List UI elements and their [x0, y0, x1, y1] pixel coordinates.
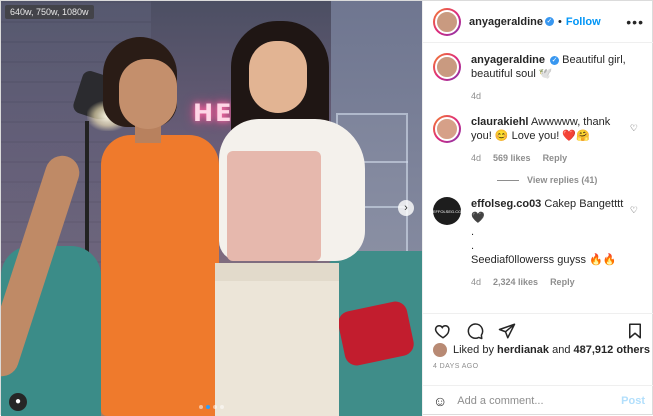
- comment-item: EFFOLSEG.CO effolseg.co03 Cakep Bangettt…: [432, 197, 638, 289]
- liked-by-user[interactable]: herdianak: [497, 344, 549, 356]
- reply-button[interactable]: Reply: [543, 151, 568, 165]
- avatar[interactable]: [433, 7, 461, 36]
- separator: •: [557, 15, 562, 28]
- tagged-users-icon[interactable]: ●: [9, 393, 27, 411]
- comment-likes[interactable]: 2,324 likes: [493, 275, 538, 289]
- bookmark-icon[interactable]: [625, 321, 645, 341]
- carousel-dots: [199, 405, 224, 409]
- avatar[interactable]: EFFOLSEG.CO: [433, 197, 461, 225]
- reply-button[interactable]: Reply: [550, 275, 575, 289]
- likes-count[interactable]: 487,912 others: [574, 344, 650, 356]
- carousel-dot[interactable]: [220, 405, 224, 409]
- verified-badge-icon: ✓: [550, 56, 560, 65]
- carousel-dot[interactable]: [213, 405, 217, 409]
- verified-badge-icon: ✓: [544, 17, 554, 26]
- post-header: anyageraldine ✓ • Follow •••: [423, 1, 653, 43]
- comment-likes[interactable]: 569 likes: [493, 151, 531, 165]
- header-username[interactable]: anyageraldine: [469, 16, 543, 28]
- comment-like-icon[interactable]: ♡: [630, 205, 638, 216]
- emoji-icon[interactable]: ☺: [433, 393, 447, 409]
- likes-summary: Liked by herdianak and 487,912 others: [433, 343, 650, 357]
- comment-username[interactable]: effolseg.co03: [471, 198, 541, 210]
- avatar[interactable]: [433, 343, 447, 357]
- post-date[interactable]: 4 DAYS AGO: [433, 363, 479, 370]
- more-options-icon[interactable]: •••: [626, 14, 644, 30]
- image-size-badge: 640w, 750w, 1080w: [5, 5, 94, 19]
- carousel-next-button[interactable]: ›: [398, 200, 414, 216]
- share-icon[interactable]: [497, 321, 517, 341]
- comment-icon[interactable]: [465, 321, 485, 341]
- avatar[interactable]: [433, 53, 461, 81]
- caption-time[interactable]: 4d: [471, 89, 481, 103]
- comment-time[interactable]: 4d: [471, 151, 481, 165]
- view-replies-button[interactable]: View replies (41): [497, 175, 642, 185]
- comment-time[interactable]: 4d: [471, 275, 481, 289]
- post-frame: HELLO 640w, 750w, 1080w › ●: [0, 0, 653, 416]
- carousel-dot[interactable]: [199, 405, 203, 409]
- comment-item: claurakiehl Awwwww, thank you! 😊 Love yo…: [433, 115, 642, 165]
- follow-button[interactable]: Follow: [566, 16, 601, 28]
- comment-username[interactable]: claurakiehl: [471, 116, 528, 128]
- heart-icon[interactable]: [433, 321, 453, 341]
- post-button[interactable]: Post: [621, 395, 645, 407]
- action-bar: [423, 313, 653, 347]
- comment-like-icon[interactable]: ♡: [630, 123, 638, 134]
- comment-input[interactable]: [457, 395, 608, 407]
- person-orange-dress: [101, 135, 219, 416]
- person-white-outfit: [215, 263, 339, 416]
- post-panel: anyageraldine ✓ • Follow ••• anyageraldi…: [422, 1, 653, 416]
- avatar[interactable]: [433, 115, 461, 143]
- carousel-dot[interactable]: [206, 405, 210, 409]
- caption: anyageraldine ✓ Beautiful girl, beautifu…: [433, 53, 642, 103]
- comments-list[interactable]: anyageraldine ✓ Beautiful girl, beautifu…: [423, 43, 653, 311]
- post-photo[interactable]: HELLO 640w, 750w, 1080w › ●: [1, 1, 422, 416]
- caption-username[interactable]: anyageraldine: [471, 54, 545, 66]
- add-comment-bar: ☺ Post: [423, 385, 653, 416]
